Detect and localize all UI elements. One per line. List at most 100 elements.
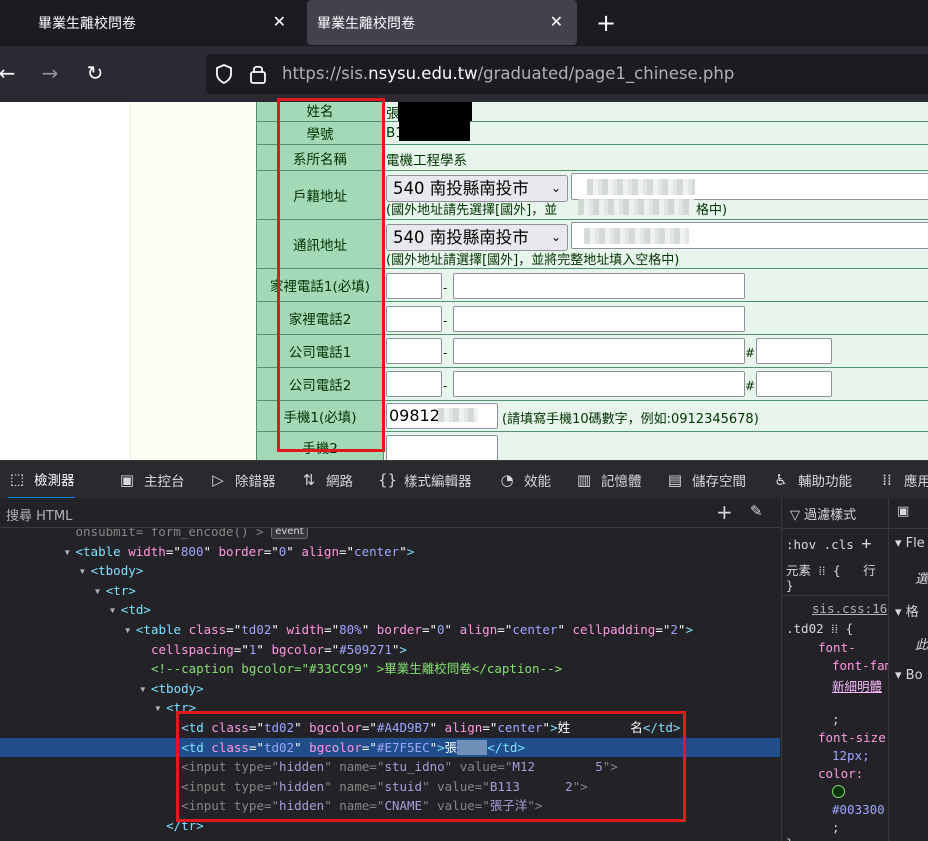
annotation-box-html [176, 711, 686, 822]
tab-storage[interactable]: ▤ 儲存空間 [666, 461, 746, 499]
markup-token: " [399, 543, 407, 559]
markup-token: cellspacing [151, 641, 234, 657]
markup-line[interactable]: ▾ <td> [0, 600, 780, 620]
markup-token: <tr [105, 582, 129, 598]
office-phone-2-number-input[interactable] [453, 371, 745, 397]
markup-line[interactable]: ▾ <tbody> [0, 679, 780, 699]
url-bar[interactable]: https://sis.nsysu.edu.tw/graduated/page1… [206, 54, 928, 94]
tab-console[interactable]: ▣ 主控台 [118, 461, 185, 499]
tab-2-active[interactable]: 畢業生離校問卷 ✕ [307, 0, 577, 45]
tab-memory-label: 記憶體 [601, 474, 642, 490]
markup-line[interactable]: cellspacing="1" bgcolor="#509271"> [0, 640, 780, 660]
tab-accessibility[interactable]: ♿ 輔助功能 [772, 461, 852, 499]
tab-performance[interactable]: ◔ 效能 [498, 461, 551, 499]
element-label: 元素 [786, 563, 812, 578]
nav-bar: ← → ↻ https://sis.nsysu.edu.tw/graduated… [0, 46, 928, 102]
url-path: /graduated/page1_chinese.php [477, 64, 735, 83]
color-swatch[interactable] [832, 785, 845, 798]
markup-token: > [406, 543, 415, 559]
debugger-icon: ▷ [212, 471, 224, 489]
value-office-phone-1: - # [384, 335, 928, 367]
markup-line[interactable]: <!--caption bgcolor="#33CC99" >畢業生離校問卷</… [0, 659, 780, 679]
tab-inspector[interactable]: ⬚ 檢測器 [8, 461, 75, 499]
value-home-phone-1: - [384, 269, 928, 301]
back-arrow-icon[interactable]: ← [0, 60, 20, 86]
markup-line[interactable]: ▾ <table width="800" border="0" align="ce… [0, 542, 780, 562]
office-phone-2-area-input[interactable] [386, 371, 442, 397]
markup-line-content: <tbody> [151, 679, 204, 699]
event-badge: event [271, 528, 308, 539]
add-node-icon[interactable]: + [716, 500, 733, 524]
markup-token: td02 [241, 622, 272, 637]
expand-toggle-icon: ▾ [78, 563, 87, 579]
markup-token: <tbody [151, 680, 197, 696]
hov-toggle[interactable]: :hov [786, 537, 816, 552]
shield-icon[interactable] [214, 63, 234, 85]
home-phone-1-area-input[interactable] [386, 273, 442, 299]
markup-token: <td [120, 602, 144, 618]
lock-icon[interactable] [248, 62, 268, 86]
markup-token: =" [324, 641, 340, 657]
mailing-zip-value: 540 南投縣南投市 [393, 228, 529, 247]
office-phone-1-number-input[interactable] [453, 338, 745, 364]
close-tab-1-icon[interactable]: ✕ [273, 12, 286, 31]
search-html-input[interactable]: 搜尋 HTML [6, 505, 72, 524]
cls-toggle[interactable]: .cls [824, 537, 854, 552]
close-tab-2-icon[interactable]: ✕ [550, 12, 563, 31]
markup-token: center [354, 543, 400, 559]
tab-memory[interactable]: ▥ 記憶體 [575, 461, 642, 499]
storage-icon: ▤ [667, 471, 683, 489]
layout-section-flex[interactable]: ▾ Fle [895, 536, 925, 551]
markup-line[interactable]: ▾ <tr> [0, 581, 780, 601]
department-text: 電機工程學系 [386, 153, 467, 169]
layout-pane-toggle-icon[interactable]: ▣ [897, 504, 909, 519]
add-rule-icon[interactable]: + [861, 534, 871, 554]
markup-token: > [399, 641, 407, 657]
font-family-value[interactable]: 新細明體 [832, 676, 884, 695]
tab-accessibility-label: 輔助功能 [798, 474, 852, 490]
filter-styles-input[interactable]: ▽ 過濾樣式 [790, 504, 856, 523]
divider [782, 528, 888, 529]
office-phone-1-ext-input[interactable] [756, 338, 832, 364]
blurred-address [587, 179, 695, 195]
reload-icon[interactable]: ↻ [82, 60, 108, 86]
chevron-down-icon: ⌄ [550, 181, 561, 195]
tab-2-title: 畢業生離校問卷 [317, 15, 415, 32]
tab-network[interactable]: ⇅ 網路 [300, 461, 353, 499]
markup-line-content: <td> [121, 600, 151, 620]
mobile-2-input[interactable] [386, 435, 498, 460]
markup-line[interactable]: ▾ <table class="td02" width="80%" border=… [0, 620, 780, 640]
layout-section-box[interactable]: ▾ Bo [895, 668, 923, 683]
url-text[interactable]: https://sis.nsysu.edu.tw/graduated/page1… [282, 64, 734, 83]
tab-style-editor[interactable]: {} 樣式編輯器 [378, 461, 472, 499]
registered-zip-select[interactable]: 540 南投縣南投市 ⌄ [386, 175, 568, 202]
eyedropper-icon[interactable]: ✎ [750, 502, 763, 520]
markup-token: width [128, 543, 166, 559]
markup-token: <table [75, 543, 121, 559]
markup-token: onsubmit= form_encode() > [75, 528, 264, 539]
layout-section-grid[interactable]: ▾ 格 [895, 601, 919, 620]
home-phone-1-number-input[interactable] [453, 273, 745, 299]
office-phone-2-ext-input[interactable] [756, 371, 832, 397]
markup-line[interactable]: ▾ <tbody> [0, 561, 780, 581]
forward-arrow-icon[interactable]: → [37, 60, 63, 86]
tab-debugger[interactable]: ▷ 除錯器 [209, 461, 275, 499]
new-tab-button[interactable]: + [594, 8, 618, 38]
tab-application[interactable]: ⁞⁞ 應用 [878, 461, 928, 499]
tab-network-label: 網路 [326, 474, 353, 490]
home-phone-2-number-input[interactable] [453, 306, 745, 332]
markup-token: =" [233, 641, 249, 657]
value-home-phone-2: - [384, 302, 928, 334]
value-mobile-2 [384, 432, 928, 460]
office-phone-1-area-input[interactable] [386, 338, 442, 364]
markup-line[interactable]: onsubmit= form_encode() > event [0, 528, 780, 542]
markup-line-content: <table width="800" border="0" align="cen… [76, 542, 415, 562]
value-mailing-address: 540 南投縣南投市 ⌄ (國外地址請選擇[國外]，並將完整地址填入空格中) [384, 220, 928, 268]
prop-font-family-1: font- [818, 640, 856, 655]
element-rule: 元素 ⁞⁞ { 行 [786, 563, 876, 578]
rule-source-link[interactable]: sis.css:16 [812, 601, 887, 616]
semicolon: ; [832, 712, 840, 727]
mailing-zip-select[interactable]: 540 南投縣南投市 ⌄ [386, 224, 568, 251]
tab-1[interactable]: 畢業生離校問卷 ✕ [0, 0, 300, 46]
home-phone-2-area-input[interactable] [386, 306, 442, 332]
